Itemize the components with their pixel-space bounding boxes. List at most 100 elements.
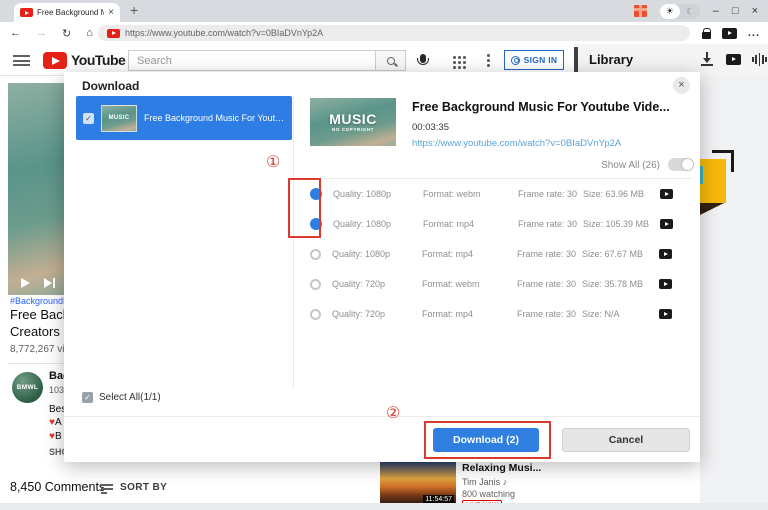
tab-strip: Free Background Mus × + ☀ ☾ – □ ×: [0, 0, 768, 22]
quality-radio[interactable]: [310, 309, 321, 320]
search-button[interactable]: [375, 51, 405, 70]
video-thumbnail: MUSIC NO COPYRIGHT: [310, 98, 396, 146]
youtube-favicon: [107, 29, 120, 38]
quality-row[interactable]: Quality: 1080pFormat: mp4Frame rate: 30S…: [302, 209, 696, 239]
video-title-line2: Creators: [10, 324, 60, 339]
show-all-label: Show All (26): [504, 160, 660, 171]
minimize-button[interactable]: –: [713, 6, 719, 17]
search-icon: [387, 57, 395, 65]
quality-row[interactable]: Quality: 1080pFormat: mp4Frame rate: 30S…: [302, 239, 696, 269]
quality-rows: Quality: 1080pFormat: webmFrame rate: 30…: [302, 179, 696, 329]
video-player[interactable]: [8, 83, 64, 295]
select-all-checkbox[interactable]: ✓: [82, 392, 93, 403]
quality-label: Quality: 720p: [332, 309, 422, 319]
close-button[interactable]: ×: [752, 6, 758, 17]
select-all[interactable]: ✓ Select All(1/1): [82, 392, 161, 403]
format-label: Format: webm: [423, 189, 518, 199]
divider: [8, 363, 66, 364]
item-checkbox[interactable]: ✓: [83, 113, 94, 124]
annotation-step-1: ①: [266, 155, 280, 171]
quality-radio[interactable]: [310, 249, 321, 260]
framerate-label: Frame rate: 30: [518, 189, 583, 199]
dialog-close-icon[interactable]: ×: [673, 77, 690, 94]
quality-label: Quality: 1080p: [333, 219, 423, 229]
recommendations-panel: [700, 76, 768, 510]
quality-row[interactable]: Quality: 1080pFormat: webmFrame rate: 30…: [302, 179, 696, 209]
download-icon[interactable]: [700, 52, 714, 66]
play-icon[interactable]: [21, 278, 30, 288]
sun-icon: ☀: [660, 4, 680, 19]
video-list-item[interactable]: ✓ MUSIC Free Background Music For Youtu.…: [76, 96, 292, 140]
youtube-favicon: [20, 8, 33, 17]
divider: [293, 96, 294, 388]
sign-in-label: SIGN IN: [524, 55, 558, 65]
youtube-logo-text: YouTube: [71, 51, 125, 70]
sort-icon[interactable]: [101, 484, 113, 492]
browser-menu-icon[interactable]: ...: [748, 27, 760, 39]
suggestion-channel: Tim Janis ♪: [462, 477, 507, 487]
url-field[interactable]: https://www.youtube.com/watch?v=0BIaDVnY…: [98, 25, 690, 41]
quality-label: Quality: 1080p: [332, 249, 422, 259]
suggestion-thumbnail[interactable]: 11:54:57: [380, 462, 456, 506]
youtube-logo[interactable]: YouTube HK: [43, 51, 138, 70]
framerate-label: Frame rate: 30: [517, 279, 582, 289]
back-icon[interactable]: ←: [10, 27, 21, 39]
description-line: ♥A: [49, 417, 62, 428]
lock-icon[interactable]: [702, 32, 711, 39]
comments-count: 8,450 Comments: [10, 480, 105, 494]
channel-avatar[interactable]: BMWL: [12, 372, 43, 403]
video-preview-icon[interactable]: [660, 189, 673, 199]
suggestion-title[interactable]: Relaxing Musi...: [462, 462, 541, 474]
cancel-button[interactable]: Cancel: [562, 428, 690, 452]
quality-radio[interactable]: [310, 279, 321, 290]
mic-icon[interactable]: [420, 54, 426, 63]
new-tab-button[interactable]: +: [130, 2, 138, 18]
annotation-box-1: [288, 178, 321, 238]
tab-title: Free Background Mus: [37, 8, 104, 17]
browser-tab[interactable]: Free Background Mus ×: [14, 3, 120, 22]
browser-window: Free Background Mus × + ☀ ☾ – □ × ← → ↻ …: [0, 0, 768, 510]
video-preview-icon[interactable]: [660, 219, 673, 229]
video-tab-icon[interactable]: [726, 54, 741, 65]
tab-close-icon[interactable]: ×: [108, 8, 114, 18]
video-preview-icon[interactable]: [659, 309, 672, 319]
item-title: Free Background Music For Youtu...: [144, 113, 285, 123]
theme-toggle[interactable]: ☀ ☾: [660, 4, 700, 19]
divider: [64, 416, 700, 417]
sort-by-button[interactable]: SORT BY: [120, 482, 167, 493]
maximize-button[interactable]: □: [732, 6, 739, 17]
refresh-icon[interactable]: ↻: [62, 27, 71, 40]
quality-label: Quality: 720p: [332, 279, 422, 289]
description-line: ♥B: [49, 431, 62, 442]
hamburger-menu-icon[interactable]: [13, 55, 30, 66]
format-label: Format: mp4: [422, 309, 517, 319]
video-preview-icon[interactable]: [659, 279, 672, 289]
framerate-label: Frame rate: 30: [518, 219, 583, 229]
size-label: Size: 63.96 MB: [583, 189, 660, 199]
size-label: Size: N/A: [582, 309, 659, 319]
sign-in-button[interactable]: SIGN IN: [504, 50, 564, 70]
dialog-title: Download: [82, 79, 139, 93]
address-bar: ← → ↻ ⌂ https://www.youtube.com/watch?v=…: [0, 22, 768, 44]
youtube-play-icon: [43, 52, 67, 69]
format-label: Format: mp4: [422, 249, 517, 259]
show-all-toggle[interactable]: [668, 158, 694, 171]
home-icon[interactable]: ⌂: [86, 27, 93, 39]
video-url-link[interactable]: https://www.youtube.com/watch?v=0BIaDVnY…: [412, 138, 621, 149]
size-label: Size: 67.67 MB: [582, 249, 659, 259]
search-input[interactable]: [129, 51, 375, 70]
quality-row[interactable]: Quality: 720pFormat: webmFrame rate: 30S…: [302, 269, 696, 299]
gift-icon[interactable]: [634, 5, 647, 17]
quality-row[interactable]: Quality: 720pFormat: mp4Frame rate: 30Si…: [302, 299, 696, 329]
forward-icon[interactable]: →: [36, 27, 47, 39]
moon-icon: ☾: [680, 7, 700, 16]
video-downloader-icon[interactable]: [722, 28, 737, 39]
kebab-menu-icon[interactable]: [487, 54, 490, 57]
annotation-step-2: ②: [386, 406, 400, 422]
next-icon[interactable]: [44, 278, 52, 288]
apps-grid-icon[interactable]: [453, 56, 456, 59]
search-box: [128, 50, 406, 71]
video-duration: 00:03:35: [412, 122, 449, 133]
video-preview-icon[interactable]: [659, 249, 672, 259]
equalizer-icon[interactable]: [752, 53, 767, 66]
